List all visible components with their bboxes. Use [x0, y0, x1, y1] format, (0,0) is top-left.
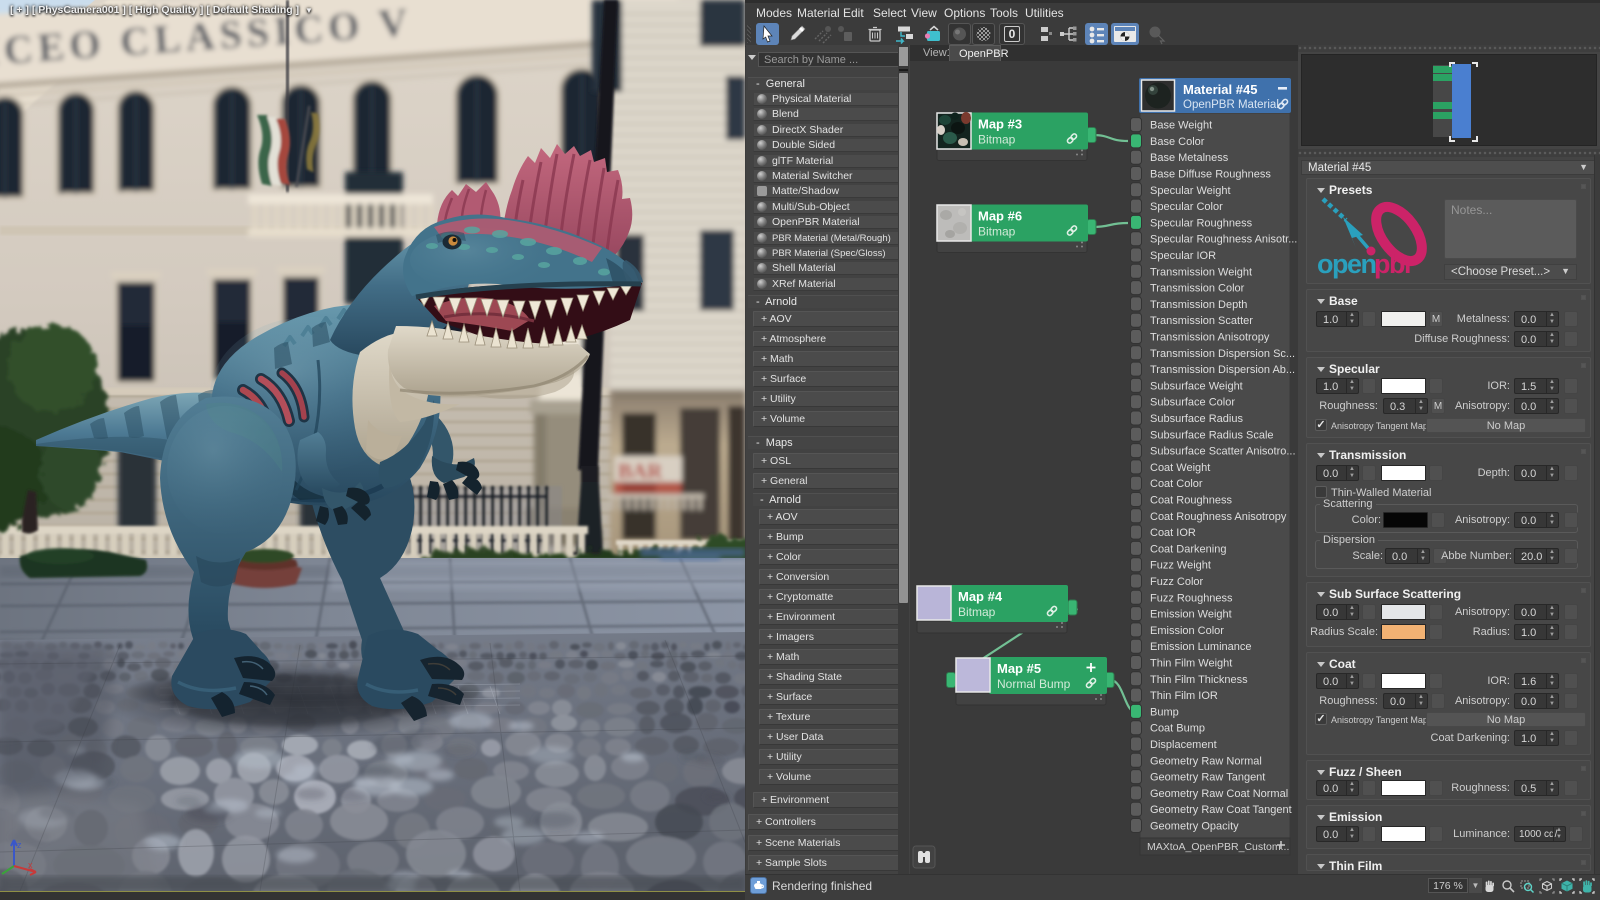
svg-text:Material #45: Material #45 — [1183, 82, 1257, 97]
svg-text:Thin Film Weight: Thin Film Weight — [1150, 658, 1232, 670]
svg-text:Bump: Bump — [1150, 706, 1179, 718]
svg-text:Transmission Weight: Transmission Weight — [1150, 266, 1252, 278]
svg-text:Transmission Anisotropy: Transmission Anisotropy — [1150, 332, 1270, 344]
svg-text:Coat Color: Coat Color — [1150, 478, 1203, 490]
svg-text:Specular Weight: Specular Weight — [1150, 185, 1231, 197]
svg-text:Base Weight: Base Weight — [1150, 120, 1212, 132]
svg-text:Transmission Dispersion Ab...: Transmission Dispersion Ab... — [1150, 364, 1295, 376]
svg-text:Thin Film Thickness: Thin Film Thickness — [1150, 674, 1248, 686]
svg-text:Transmission Scatter: Transmission Scatter — [1150, 315, 1253, 327]
svg-text:Bitmap: Bitmap — [958, 605, 996, 619]
svg-text:Emission Weight: Emission Weight — [1150, 609, 1232, 621]
svg-text:Base Diffuse Roughness: Base Diffuse Roughness — [1150, 169, 1271, 181]
svg-text:Base Metalness: Base Metalness — [1150, 152, 1229, 164]
svg-text:Bitmap: Bitmap — [978, 225, 1016, 239]
svg-text:Transmission Color: Transmission Color — [1150, 283, 1245, 295]
svg-text:Displacement: Displacement — [1150, 739, 1217, 751]
svg-text:open: open — [1317, 249, 1376, 279]
svg-text:Subsurface Scatter Anisotro...: Subsurface Scatter Anisotro... — [1150, 446, 1296, 458]
svg-text:Geometry Raw Tangent: Geometry Raw Tangent — [1150, 772, 1265, 784]
svg-text:Map #3: Map #3 — [978, 117, 1022, 132]
svg-text:Emission Luminance: Emission Luminance — [1150, 641, 1252, 653]
svg-text:Map #4: Map #4 — [958, 589, 1003, 604]
svg-text:Bitmap: Bitmap — [978, 133, 1016, 147]
svg-text:Subsurface Weight: Subsurface Weight — [1150, 380, 1243, 392]
svg-text:Coat IOR: Coat IOR — [1150, 527, 1196, 539]
svg-text:Fuzz Weight: Fuzz Weight — [1150, 560, 1211, 572]
svg-text:x: x — [28, 860, 33, 870]
svg-text:Coat Roughness: Coat Roughness — [1150, 495, 1232, 507]
svg-text:Specular Roughness: Specular Roughness — [1150, 217, 1253, 229]
svg-text:pbr: pbr — [1374, 249, 1415, 279]
svg-text:z: z — [17, 840, 22, 850]
svg-text:Geometry Raw Coat Tangent: Geometry Raw Coat Tangent — [1150, 804, 1292, 816]
svg-text:Fuzz Color: Fuzz Color — [1150, 576, 1204, 588]
svg-text:Emission Color: Emission Color — [1150, 625, 1224, 637]
svg-text:Coat Darkening: Coat Darkening — [1150, 543, 1226, 555]
svg-text:Fuzz Roughness: Fuzz Roughness — [1150, 592, 1233, 604]
svg-text:Normal Bump: Normal Bump — [997, 677, 1071, 691]
svg-text:Thin Film IOR: Thin Film IOR — [1150, 690, 1218, 702]
svg-text:BAR: BAR — [618, 459, 663, 483]
svg-text:Subsurface Radius Scale: Subsurface Radius Scale — [1150, 429, 1274, 441]
svg-text:MAXtoA_OpenPBR_Custom...: MAXtoA_OpenPBR_Custom... — [1147, 841, 1289, 853]
svg-text:Map #6: Map #6 — [978, 209, 1022, 224]
svg-text:Specular Color: Specular Color — [1150, 201, 1223, 213]
svg-text:Subsurface Color: Subsurface Color — [1150, 397, 1235, 409]
svg-text:Base Color: Base Color — [1150, 136, 1205, 148]
svg-text:Geometry Opacity: Geometry Opacity — [1150, 821, 1239, 833]
svg-text:Coat Weight: Coat Weight — [1150, 462, 1210, 474]
svg-text:Subsurface Radius: Subsurface Radius — [1150, 413, 1243, 425]
svg-text:Specular IOR: Specular IOR — [1150, 250, 1216, 262]
svg-text:Specular Roughness Anisotr...: Specular Roughness Anisotr... — [1150, 234, 1297, 246]
svg-text:Coat Roughness Anisotropy: Coat Roughness Anisotropy — [1150, 511, 1287, 523]
svg-text:Geometry Raw Normal: Geometry Raw Normal — [1150, 755, 1262, 767]
svg-text:Geometry Raw Coat Normal: Geometry Raw Coat Normal — [1150, 788, 1288, 800]
svg-text:Transmission Depth: Transmission Depth — [1150, 299, 1247, 311]
svg-text:Coat Bump: Coat Bump — [1150, 723, 1205, 735]
svg-text:Map #5: Map #5 — [997, 661, 1041, 676]
svg-text:OpenPBR Material: OpenPBR Material — [1183, 99, 1279, 111]
svg-text:Transmission Dispersion Sc...: Transmission Dispersion Sc... — [1150, 348, 1295, 360]
